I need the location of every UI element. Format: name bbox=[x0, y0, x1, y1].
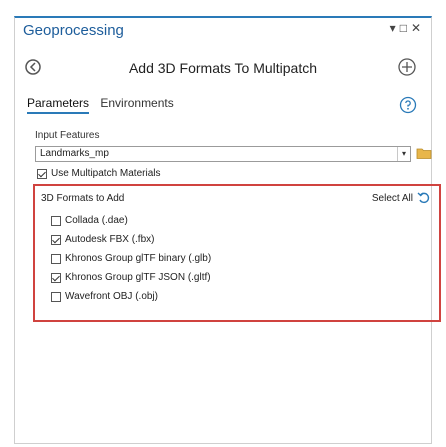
tab-parameters[interactable]: Parameters bbox=[27, 96, 90, 114]
reset-icon[interactable] bbox=[417, 191, 431, 205]
input-features-field[interactable]: Landmarks_mp ▾ bbox=[35, 146, 411, 162]
format-label: Collada (.dae) bbox=[65, 215, 128, 226]
help-icon[interactable] bbox=[399, 96, 417, 114]
formats-group: 3D Formats to Add Select All Collada (.d… bbox=[33, 184, 441, 322]
input-features-label: Input Features bbox=[35, 130, 100, 141]
maximize-icon[interactable]: □ bbox=[400, 21, 411, 35]
use-multipatch-row: Use Multipatch Materials bbox=[37, 168, 160, 179]
formats-group-label: 3D Formats to Add bbox=[41, 193, 125, 204]
pane-options-dropdown[interactable]: ▾ bbox=[390, 21, 400, 35]
dropdown-arrow-icon[interactable]: ▾ bbox=[397, 147, 410, 161]
format-label: Autodesk FBX (.fbx) bbox=[65, 234, 155, 245]
add-icon[interactable] bbox=[397, 57, 417, 77]
use-multipatch-checkbox[interactable] bbox=[37, 168, 47, 179]
format-label: Khronos Group glTF JSON (.gltf) bbox=[65, 272, 211, 283]
format-label: Wavefront OBJ (.obj) bbox=[65, 291, 158, 302]
format-checkbox[interactable] bbox=[51, 234, 61, 245]
format-checkbox[interactable] bbox=[51, 272, 61, 283]
format-item-obj: Wavefront OBJ (.obj) bbox=[51, 291, 158, 302]
select-all-button[interactable]: Select All bbox=[372, 193, 413, 204]
format-item-fbx: Autodesk FBX (.fbx) bbox=[51, 234, 154, 245]
input-features-value: Landmarks_mp bbox=[40, 148, 109, 159]
folder-icon[interactable] bbox=[416, 146, 432, 160]
window-controls: ▾□✕ bbox=[390, 21, 425, 35]
back-arrow-icon[interactable] bbox=[24, 56, 42, 78]
tool-title: Add 3D Formats To Multipatch bbox=[128, 60, 318, 76]
close-icon[interactable]: ✕ bbox=[411, 21, 425, 35]
pane-title: Geoprocessing bbox=[23, 22, 124, 39]
format-item-collada: Collada (.dae) bbox=[51, 215, 128, 226]
tab-bar: Parameters Environments bbox=[27, 96, 182, 118]
format-item-gltf: Khronos Group glTF JSON (.gltf) bbox=[51, 272, 211, 283]
tab-environments[interactable]: Environments bbox=[100, 96, 173, 112]
geoprocessing-pane: Geoprocessing ▾□✕ Add 3D Formats To Mult… bbox=[14, 16, 441, 444]
format-checkbox[interactable] bbox=[51, 215, 61, 226]
format-checkbox[interactable] bbox=[51, 253, 61, 264]
format-label: Khronos Group glTF binary (.glb) bbox=[65, 253, 212, 264]
format-checkbox[interactable] bbox=[51, 291, 61, 302]
use-multipatch-label: Use Multipatch Materials bbox=[51, 168, 161, 179]
pane-titlebar: Geoprocessing ▾□✕ bbox=[15, 18, 431, 44]
tool-header: Add 3D Formats To Multipatch bbox=[15, 54, 431, 84]
format-item-glb: Khronos Group glTF binary (.glb) bbox=[51, 253, 211, 264]
